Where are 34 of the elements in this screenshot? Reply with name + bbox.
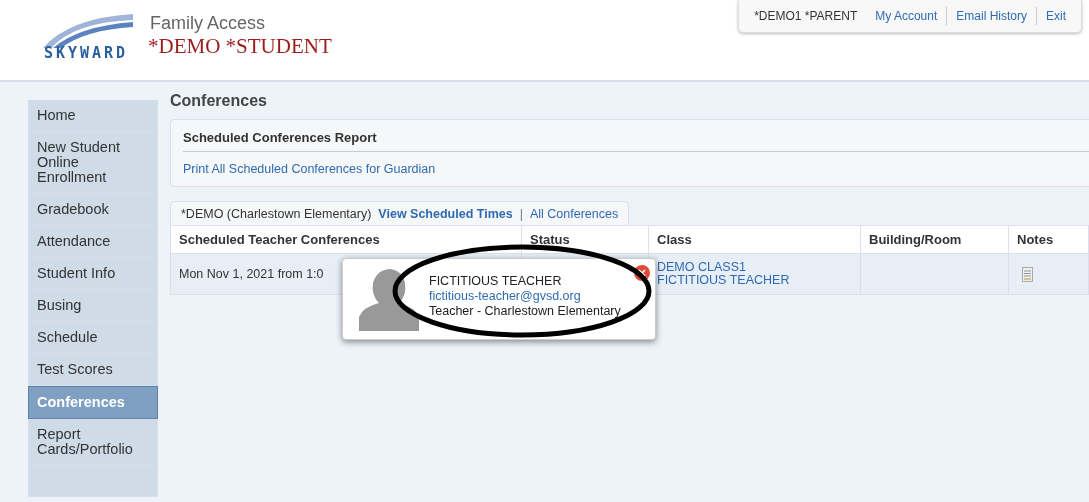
column-header: Status <box>522 226 649 254</box>
tab-separator: | <box>519 207 523 221</box>
print-link[interactable]: Print All Scheduled Conferences for Guardian <box>183 162 1089 176</box>
account-link[interactable]: Exit <box>1036 7 1075 25</box>
sidebar-item[interactable]: Report Cards/Portfolio <box>28 419 158 466</box>
class-link[interactable]: DEMO CLASS1 <box>657 261 852 274</box>
page-title: Conferences <box>170 92 268 110</box>
notes-icon[interactable] <box>1022 266 1033 282</box>
column-header: Notes <box>1009 226 1089 254</box>
column-header: Class <box>649 226 861 254</box>
tab[interactable]: All Conferences <box>529 207 619 221</box>
report-title: Scheduled Conferences Report <box>183 130 1089 152</box>
sidebar-item[interactable]: Home <box>28 100 158 132</box>
teacher-role: Teacher - Charlestown Elementary <box>429 304 621 318</box>
teacher-link[interactable]: FICTITIOUS TEACHER <box>657 274 852 287</box>
column-header: Scheduled Teacher Conferences <box>171 226 522 254</box>
account-link[interactable]: Email History <box>946 7 1036 25</box>
product-title: Family Access <box>150 13 267 34</box>
sidebar-item[interactable]: Schedule <box>28 322 158 354</box>
sidebar-item[interactable]: Gradebook <box>28 194 158 226</box>
tab[interactable]: View Scheduled Times <box>378 207 513 221</box>
sidebar-item[interactable]: Student Info <box>28 258 158 290</box>
school-name: *DEMO (Charlestown Elementary) <box>181 207 372 221</box>
close-icon[interactable] <box>634 265 650 281</box>
sidebar-item[interactable]: New Student Online Enrollment <box>28 132 158 194</box>
student-name: *DEMO *STUDENT <box>148 34 332 59</box>
user-name: *DEMO1 *PARENT <box>753 8 859 25</box>
column-header: Building/Room <box>861 226 1009 254</box>
logo-text: SKYWARD <box>43 44 129 62</box>
sidebar-item[interactable]: Attendance <box>28 226 158 258</box>
sidebar-item[interactable]: Busing <box>28 290 158 322</box>
sidebar-item[interactable]: Test Scores <box>28 354 158 386</box>
avatar-icon <box>359 267 419 331</box>
account-link[interactable]: My Account <box>866 7 947 25</box>
